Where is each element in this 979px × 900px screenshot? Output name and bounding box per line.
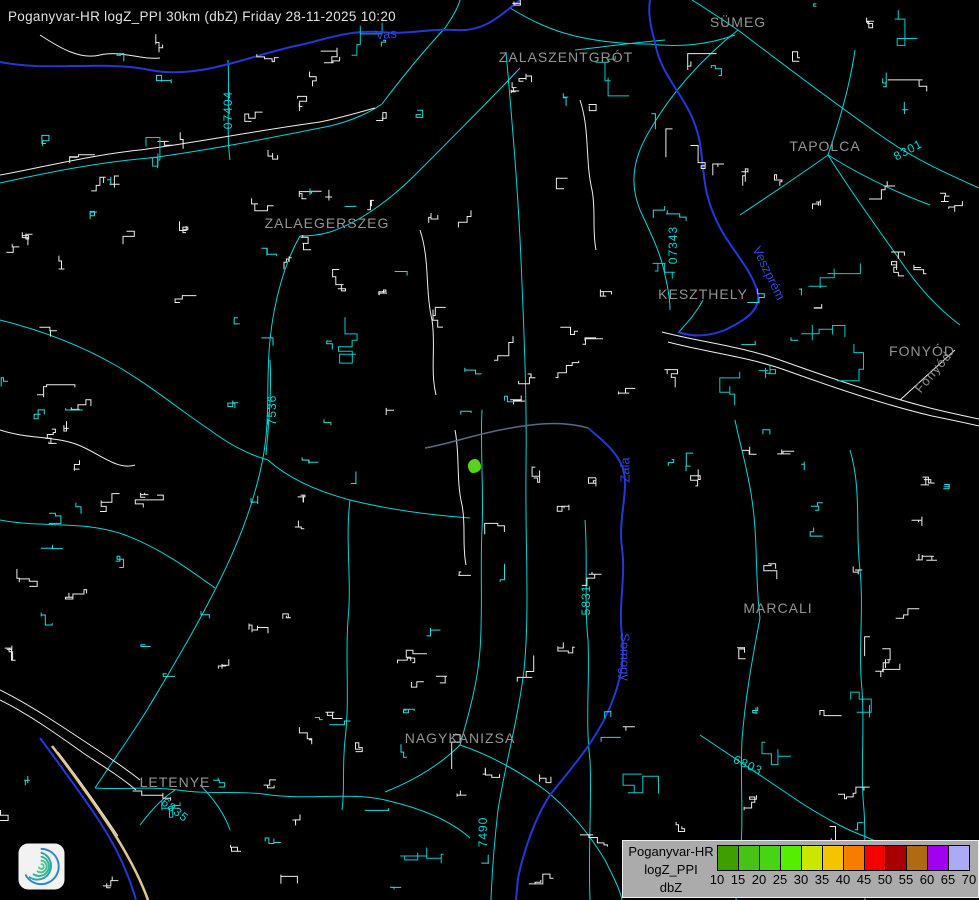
radar-map-canvas [0,0,979,900]
legend-color-strip [717,845,970,871]
county-border-lines [0,0,758,900]
legend-tick: 70 [962,872,976,887]
legend-tick: 35 [815,872,829,887]
legend-color-swatch [781,846,802,870]
legend-color-swatch [802,846,823,870]
legend-color-swatch [886,846,907,870]
radar-echo [468,459,481,473]
legend-color-swatch [844,846,865,870]
legend-tick: 15 [731,872,745,887]
radar-product-title: Poganyvar-HR logZ_PPI 30km (dbZ) Friday … [8,9,396,24]
legend-tick: 40 [836,872,850,887]
legend-color-swatch [760,846,781,870]
legend-color-swatch [739,846,760,870]
legend-tick: 25 [773,872,787,887]
legend-tick: 50 [878,872,892,887]
legend-color-swatch [907,846,928,870]
legend-product-name: logZ_PPI [625,861,717,879]
legend-color-swatch [823,846,844,870]
legend-color-swatch [718,846,739,870]
legend-tick: 55 [899,872,913,887]
legend-tick: 65 [941,872,955,887]
legend-tick-row: 10152025303540455055606570 [717,872,972,888]
legend-tick: 20 [752,872,766,887]
legend-tick: 30 [794,872,808,887]
met-service-spiral-logo [18,843,65,890]
legend-color-swatch [949,846,969,870]
spiral-logo-icon [18,843,65,890]
legend-radar-name: Poganyvar-HR [625,843,717,861]
secondary-boundary-line [425,424,588,448]
legend-color-swatch [928,846,949,870]
legend-unit-label: dbZ [625,879,717,897]
road-network [0,0,979,900]
dbz-legend: Poganyvar-HR logZ_PPI dbZ 10 15 20 25 30 35 40… [622,840,979,898]
legend-tick: 10 [710,872,724,887]
legend-tick: 45 [857,872,871,887]
legend-color-swatch [865,846,886,870]
legend-tick: 60 [920,872,934,887]
legend-title-block: Poganyvar-HR logZ_PPI dbZ [625,843,717,897]
